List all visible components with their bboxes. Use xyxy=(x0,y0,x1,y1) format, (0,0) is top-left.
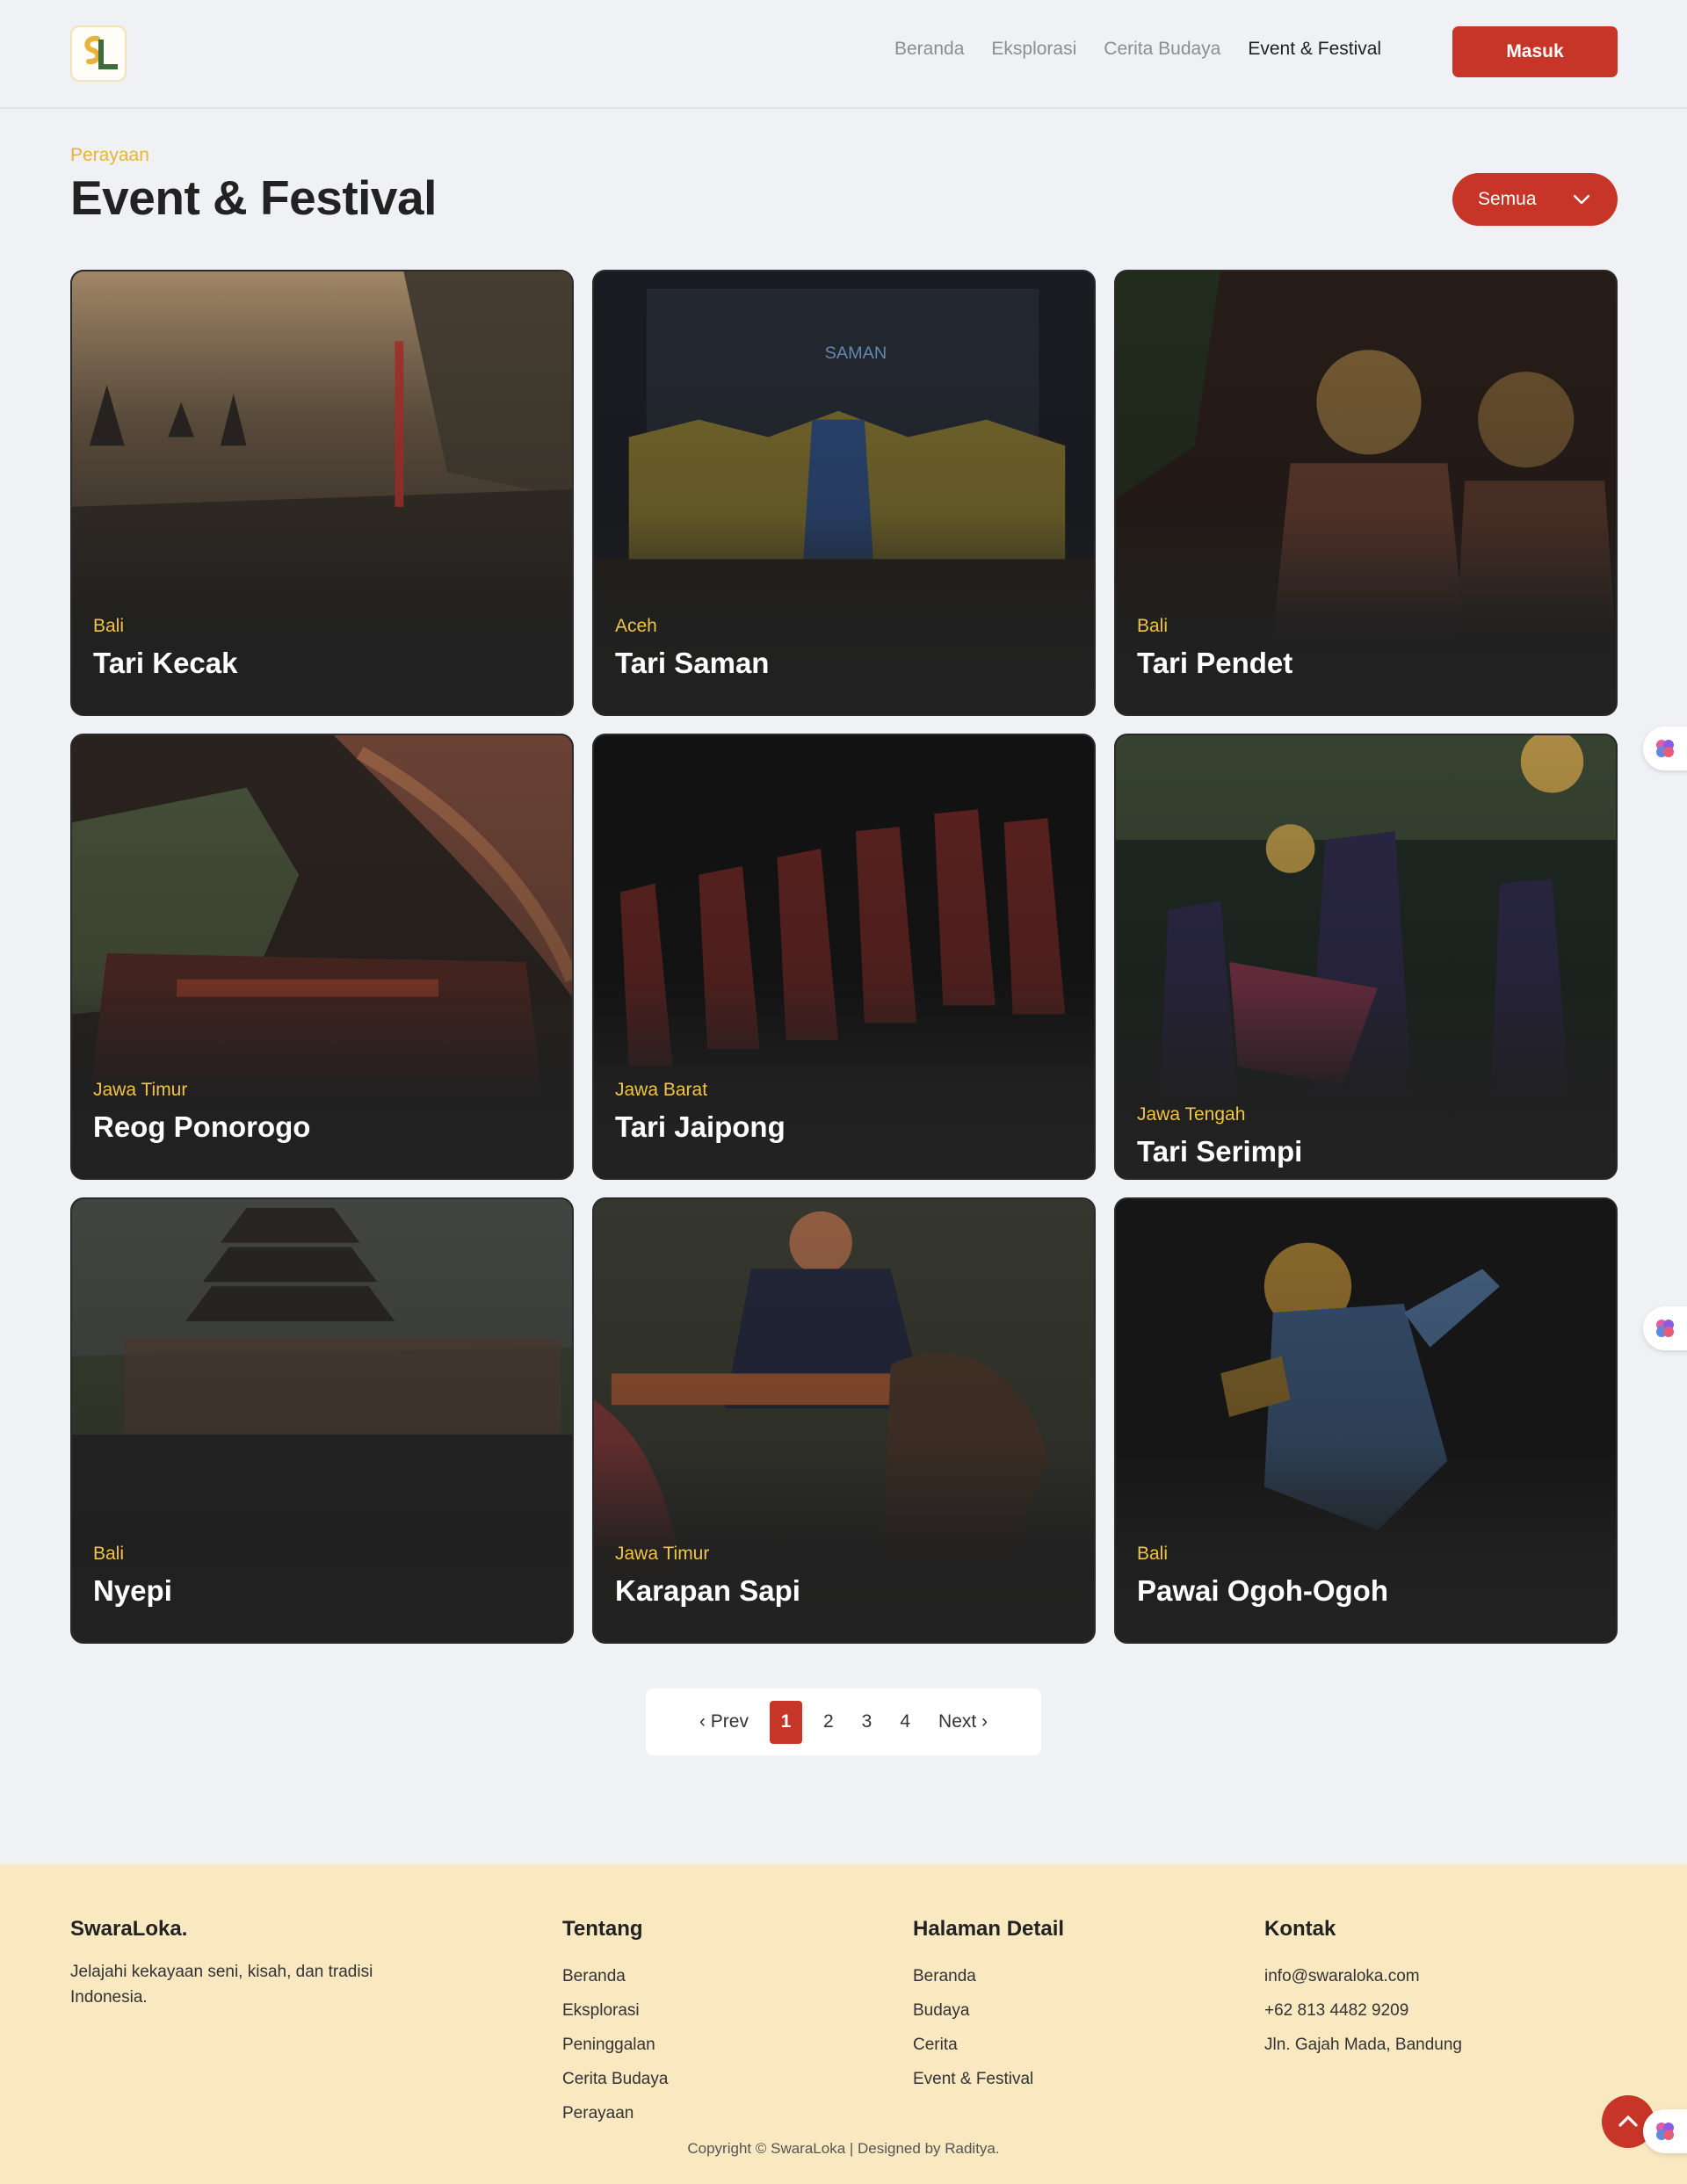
footer-about-title: Tentang xyxy=(562,1917,643,1941)
card-region: Jawa Tengah xyxy=(1137,1104,1246,1125)
footer-contact-title: Kontak xyxy=(1264,1917,1336,1941)
event-card[interactable]: Bali Tari Kecak xyxy=(70,270,574,716)
site-logo[interactable] xyxy=(70,25,127,82)
assistant-widget[interactable] xyxy=(1643,1306,1687,1350)
card-title: Tari Serimpi xyxy=(1137,1135,1303,1168)
logo-icon xyxy=(84,35,118,69)
footer-link[interactable]: Peninggalan xyxy=(562,2028,668,2062)
event-card[interactable]: Jawa Tengah Tari Serimpi xyxy=(1114,734,1618,1180)
card-title: Karapan Sapi xyxy=(615,1574,800,1607)
footer-link[interactable]: Beranda xyxy=(913,1959,1064,1993)
site-footer: SwaraLoka. Jelajahi kekayaan seni, kisah… xyxy=(0,1864,1687,2184)
nav-beranda[interactable]: Beranda xyxy=(894,39,964,60)
event-card[interactable]: SAMAN Aceh Tari Saman xyxy=(592,270,1096,716)
filter-selected-value: Semua xyxy=(1478,189,1537,209)
region-filter-dropdown[interactable]: Semua xyxy=(1452,173,1618,226)
card-title: Nyepi xyxy=(93,1574,172,1607)
footer-contact-column: Kontak info@swaraloka.com +62 813 4482 9… xyxy=(1264,1917,1462,2062)
card-title: Tari Saman xyxy=(615,647,770,679)
card-region: Bali xyxy=(93,616,125,636)
footer-about-column: Tentang Beranda Eksplorasi Peninggalan C… xyxy=(562,1917,668,2130)
pagination-page-2[interactable]: 2 xyxy=(809,1711,848,1732)
footer-brand-column: SwaraLoka. Jelajahi kekayaan seni, kisah… xyxy=(70,1917,439,2010)
event-card[interactable]: Jawa Timur Reog Ponorogo xyxy=(70,734,574,1180)
footer-brand: SwaraLoka. xyxy=(70,1917,188,1941)
section-eyebrow: Perayaan xyxy=(70,145,149,165)
brain-icon xyxy=(1656,2123,1674,2140)
footer-detail-column: Halaman Detail Beranda Budaya Cerita Eve… xyxy=(913,1917,1064,2096)
brain-icon xyxy=(1656,1320,1674,1337)
footer-link[interactable]: Event & Festival xyxy=(913,2062,1064,2096)
pagination-page-1[interactable]: 1 xyxy=(769,1700,802,1744)
page-title: Event & Festival xyxy=(70,170,437,225)
chevron-down-icon xyxy=(1573,194,1590,205)
pagination-page-3[interactable]: 3 xyxy=(848,1711,887,1732)
contact-phone: +62 813 4482 9209 xyxy=(1264,2001,1409,2020)
event-card[interactable]: Jawa Barat Tari Jaipong xyxy=(592,734,1096,1180)
brain-icon xyxy=(1656,740,1674,757)
login-button[interactable]: Masuk xyxy=(1452,26,1618,77)
assistant-widget[interactable] xyxy=(1643,2109,1687,2153)
footer-detail-title: Halaman Detail xyxy=(913,1917,1065,1941)
card-region: Bali xyxy=(1137,1544,1169,1564)
main-nav: Beranda Eksplorasi Cerita Budaya Event &… xyxy=(894,39,1381,60)
event-card[interactable]: Jawa Timur Karapan Sapi xyxy=(592,1197,1096,1644)
pagination-next[interactable]: Next › xyxy=(924,1711,1002,1732)
card-region: Jawa Timur xyxy=(93,1080,188,1100)
pagination-prev[interactable]: ‹ Prev xyxy=(685,1711,763,1732)
card-region: Jawa Timur xyxy=(615,1544,710,1564)
footer-tagline: Jelajahi kekayaan seni, kisah, dan tradi… xyxy=(70,1963,373,2007)
chevron-up-icon xyxy=(1618,2115,1638,2127)
footer-link[interactable]: Perayaan xyxy=(562,2096,668,2130)
event-card[interactable]: Bali Tari Pendet xyxy=(1114,270,1618,716)
contact-address: Jln. Gajah Mada, Bandung xyxy=(1264,2036,1462,2054)
site-header: Beranda Eksplorasi Cerita Budaya Event &… xyxy=(0,0,1687,109)
card-title: Tari Kecak xyxy=(93,647,238,679)
footer-link[interactable]: Budaya xyxy=(913,1993,1064,2028)
contact-email[interactable]: info@swaraloka.com xyxy=(1264,1959,1462,1993)
footer-link[interactable]: Eksplorasi xyxy=(562,1993,668,2028)
card-region: Bali xyxy=(93,1544,125,1564)
nav-event-festival[interactable]: Event & Festival xyxy=(1248,39,1381,60)
pagination: ‹ Prev 1 2 3 4 Next › xyxy=(646,1689,1041,1755)
card-title: Pawai Ogoh-Ogoh xyxy=(1137,1574,1388,1607)
footer-link[interactable]: Cerita xyxy=(913,2028,1064,2062)
event-card[interactable]: Bali Nyepi xyxy=(70,1197,574,1644)
card-title: Tari Pendet xyxy=(1137,647,1293,679)
card-region: Jawa Barat xyxy=(615,1080,708,1100)
card-title: Reog Ponorogo xyxy=(93,1110,311,1143)
pagination-page-4[interactable]: 4 xyxy=(886,1711,924,1732)
copyright: Copyright © SwaraLoka | Designed by Radi… xyxy=(687,2140,1000,2157)
nav-cerita-budaya[interactable]: Cerita Budaya xyxy=(1104,39,1220,60)
assistant-widget[interactable] xyxy=(1643,727,1687,770)
footer-link[interactable]: Cerita Budaya xyxy=(562,2062,668,2096)
card-region: Aceh xyxy=(615,616,657,636)
footer-link[interactable]: Beranda xyxy=(562,1959,668,1993)
nav-eksplorasi[interactable]: Eksplorasi xyxy=(991,39,1076,60)
card-title: Tari Jaipong xyxy=(615,1110,786,1143)
event-card[interactable]: Bali Pawai Ogoh-Ogoh xyxy=(1114,1197,1618,1644)
card-region: Bali xyxy=(1137,616,1169,636)
